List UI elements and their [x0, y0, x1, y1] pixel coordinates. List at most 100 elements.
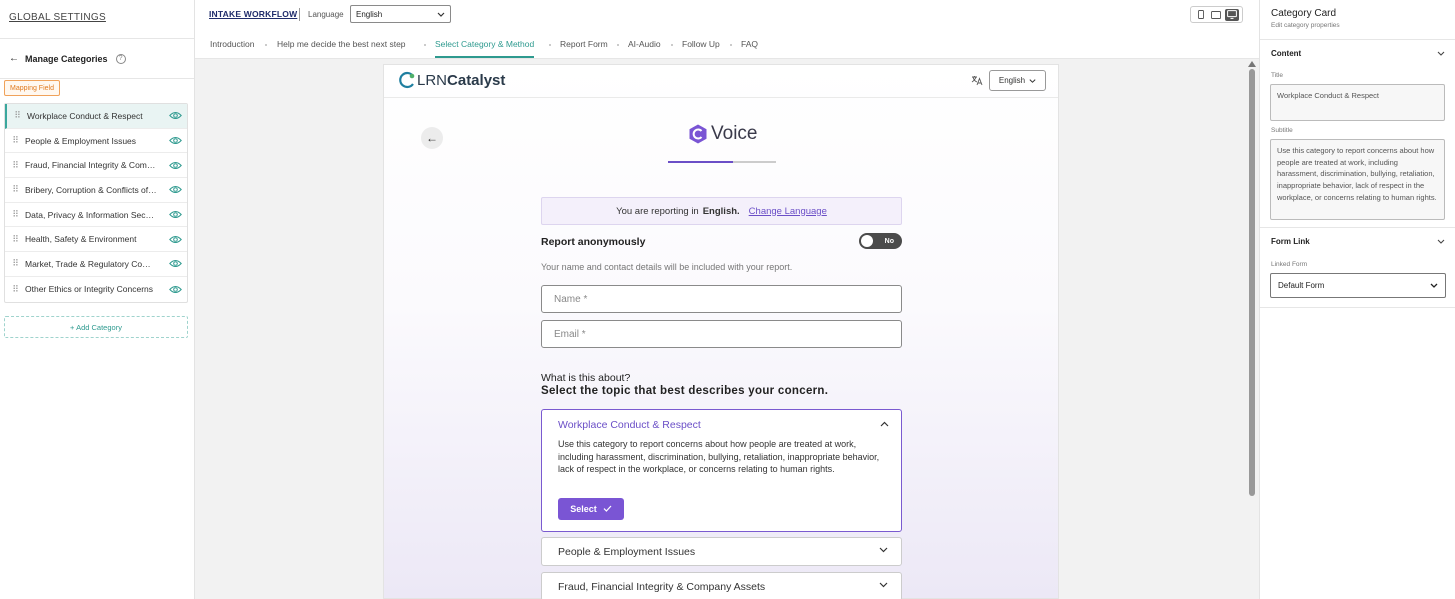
- scroll-up-arrow-icon[interactable]: [1248, 61, 1256, 67]
- preview-canvas: LRN Catalyst English ← Voice You are repo…: [195, 59, 1259, 599]
- eye-icon[interactable]: [163, 285, 187, 294]
- category-label: Fraud, Financial Integrity & Company Ass…: [25, 160, 163, 171]
- tablet-view-icon[interactable]: [1209, 9, 1223, 21]
- chevron-down-icon[interactable]: [879, 580, 888, 591]
- category-item[interactable]: ⠿ People & Employment Issues: [5, 129, 187, 154]
- category-card-title: Workplace Conduct & Respect: [558, 419, 701, 431]
- tab-faq[interactable]: FAQ: [741, 39, 758, 49]
- global-settings-link[interactable]: GLOBAL SETTINGS: [9, 12, 106, 23]
- preview-header: LRN Catalyst English: [384, 65, 1058, 98]
- workflow-tabs: Introduction Help me decide the best nex…: [195, 31, 1259, 59]
- tab-report-form[interactable]: Report Form: [560, 39, 608, 49]
- report-anonymously-label: Report anonymously: [541, 236, 646, 248]
- tab-introduction[interactable]: Introduction: [210, 39, 254, 49]
- subtitle-textarea[interactable]: Use this category to report concerns abo…: [1270, 139, 1445, 220]
- category-item[interactable]: ⠿ Market, Trade & Regulatory Compliance: [5, 252, 187, 277]
- desktop-view-icon[interactable]: [1225, 8, 1240, 21]
- chevron-down-icon: [1029, 76, 1036, 85]
- language-select-value: English: [356, 9, 383, 19]
- drag-handle-icon[interactable]: ⠿: [7, 110, 27, 121]
- drag-handle-icon[interactable]: ⠿: [5, 284, 25, 295]
- change-language-link[interactable]: Change Language: [749, 206, 827, 217]
- category-label: Other Ethics or Integrity Concerns: [25, 284, 154, 295]
- anonymous-toggle[interactable]: No: [859, 233, 902, 249]
- select-button-label: Select: [570, 504, 597, 514]
- chevron-down-icon[interactable]: [1437, 237, 1445, 246]
- content-section-header[interactable]: Content: [1271, 49, 1301, 58]
- category-item[interactable]: ⠿ Fraud, Financial Integrity & Company A…: [5, 153, 187, 179]
- preview-language-label: English: [998, 76, 1026, 85]
- add-category-button[interactable]: + Add Category: [4, 316, 188, 338]
- lrn-catalyst-logo: LRN Catalyst: [399, 71, 505, 89]
- category-label: Health, Safety & Environment: [25, 234, 137, 245]
- form-link-section-header[interactable]: Form Link: [1271, 237, 1310, 246]
- mapping-field-badge[interactable]: Mapping Field: [4, 80, 60, 96]
- select-button[interactable]: Select: [558, 498, 624, 520]
- category-label: Data, Privacy & Information Security: [25, 209, 162, 220]
- progress-fill: [668, 161, 733, 163]
- drag-handle-icon[interactable]: ⠿: [5, 160, 25, 171]
- eye-icon[interactable]: [163, 259, 187, 268]
- chevron-down-icon[interactable]: [879, 545, 888, 556]
- tab-help-me-decide[interactable]: Help me decide the best next step: [277, 39, 406, 49]
- language-label: Language: [308, 10, 344, 19]
- back-button[interactable]: ←: [421, 127, 443, 149]
- reporting-language: English.: [702, 205, 740, 217]
- tab-separator: [617, 44, 619, 46]
- category-card-collapsed[interactable]: Fraud, Financial Integrity & Company Ass…: [541, 572, 902, 599]
- tab-ai-audio[interactable]: AI-Audio: [628, 39, 661, 49]
- name-input[interactable]: Name *: [541, 285, 902, 313]
- category-item[interactable]: ⠿ Bribery, Corruption & Conflicts of Int…: [5, 178, 187, 203]
- tab-select-category[interactable]: Select Category & Method: [435, 39, 535, 58]
- category-item[interactable]: ⠿ Health, Safety & Environment: [5, 227, 187, 253]
- chevron-down-icon[interactable]: [1437, 49, 1445, 58]
- chevron-up-icon[interactable]: [880, 419, 889, 430]
- voice-logo-icon: [689, 124, 707, 144]
- device-preview-toggle: [1190, 6, 1243, 23]
- eye-icon[interactable]: [163, 111, 187, 120]
- eye-icon[interactable]: [163, 235, 187, 244]
- drag-handle-icon[interactable]: ⠿: [5, 209, 25, 220]
- tab-separator: [424, 44, 426, 46]
- drag-handle-icon[interactable]: ⠿: [5, 258, 25, 269]
- category-label: People & Employment Issues: [25, 135, 137, 146]
- eye-icon[interactable]: [163, 136, 187, 145]
- top-bar: INTAKE WORKFLOW Language English: [195, 0, 1259, 31]
- voice-brand: Voice: [687, 123, 757, 145]
- reporting-prefix: You are reporting in: [616, 205, 699, 217]
- category-card-expanded[interactable]: Workplace Conduct & Respect Use this cat…: [541, 409, 902, 532]
- scrollbar-thumb[interactable]: [1249, 69, 1255, 496]
- email-input[interactable]: Email *: [541, 320, 902, 348]
- intake-workflow-link[interactable]: INTAKE WORKFLOW: [209, 9, 297, 19]
- language-select[interactable]: English: [350, 5, 451, 23]
- drag-handle-icon[interactable]: ⠿: [5, 135, 25, 146]
- category-card-collapsed[interactable]: People & Employment Issues: [541, 537, 902, 566]
- panel-subtitle: Edit category properties: [1271, 22, 1340, 29]
- eye-icon[interactable]: [163, 185, 187, 194]
- linked-form-select[interactable]: Default Form: [1270, 273, 1446, 298]
- mobile-view-icon[interactable]: [1194, 9, 1208, 21]
- preview-language-button[interactable]: English: [989, 70, 1046, 91]
- left-sidebar: GLOBAL SETTINGS ← Manage Categories ? Ma…: [0, 0, 195, 599]
- category-item[interactable]: ⠿ Workplace Conduct & Respect: [5, 104, 187, 129]
- divider: [1260, 227, 1455, 228]
- drag-handle-icon[interactable]: ⠿: [5, 234, 25, 245]
- linked-form-value: Default Form: [1278, 281, 1325, 290]
- category-item[interactable]: ⠿ Other Ethics or Integrity Concerns: [5, 277, 187, 302]
- divider: [0, 78, 194, 79]
- category-item[interactable]: ⠿ Data, Privacy & Information Security: [5, 203, 187, 228]
- title-textarea[interactable]: Workplace Conduct & Respect: [1270, 84, 1445, 121]
- category-card-title: People & Employment Issues: [558, 545, 696, 558]
- tab-follow-up[interactable]: Follow Up: [682, 39, 720, 49]
- eye-icon[interactable]: [163, 161, 187, 170]
- drag-handle-icon[interactable]: ⠿: [5, 184, 25, 195]
- progress-bar: [668, 161, 776, 163]
- check-icon: [603, 504, 612, 514]
- help-icon[interactable]: ?: [115, 53, 126, 64]
- preview-frame: LRN Catalyst English ← Voice You are repo…: [383, 64, 1059, 599]
- eye-icon[interactable]: [163, 210, 187, 219]
- back-arrow-icon[interactable]: ←: [9, 53, 19, 64]
- manage-categories-header: ← Manage Categories ?: [9, 53, 126, 64]
- translate-icon: [971, 75, 983, 89]
- linked-form-label: Linked Form: [1271, 261, 1308, 268]
